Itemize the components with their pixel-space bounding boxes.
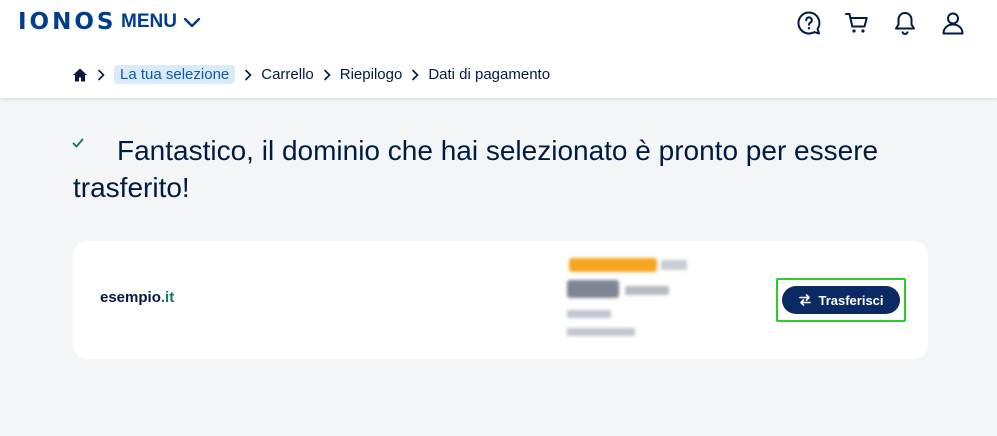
home-icon[interactable] [72, 67, 88, 83]
cart-button[interactable] [833, 8, 881, 38]
domain-card: esempio.it Trasferisci [73, 241, 928, 359]
chevron-down-icon [183, 17, 201, 28]
transfer-button-label: Trasferisci [818, 292, 884, 308]
breadcrumb-item-summary[interactable]: Riepilogo [340, 66, 403, 83]
promo-badge-extra [661, 260, 687, 270]
chevron-right-icon [412, 69, 419, 80]
highlight-frame: Trasferisci [776, 278, 906, 322]
price-info-blurred [567, 254, 697, 346]
account-button[interactable] [929, 8, 977, 38]
cart-icon [845, 13, 868, 33]
help-button[interactable] [785, 8, 833, 38]
breadcrumb: La tua selezione Carrello Riepilogo Dati… [72, 65, 550, 84]
transfer-button[interactable]: Trasferisci [782, 286, 900, 314]
domain-name: esempio.it [100, 289, 174, 306]
notifications-button[interactable] [881, 8, 929, 38]
transfer-arrows-icon [799, 294, 812, 306]
promo-badge [569, 258, 657, 272]
price-amount [567, 280, 619, 298]
domain-label: esempio [100, 289, 161, 306]
domain-tld: .it [160, 289, 175, 306]
chevron-right-icon [245, 69, 252, 80]
breadcrumb-item-selection[interactable]: La tua selezione [114, 65, 236, 84]
menu-label: MENU [121, 11, 177, 32]
help-icon [797, 11, 821, 35]
menu-button[interactable]: MENU [121, 11, 202, 33]
chevron-right-icon [323, 69, 331, 80]
header-actions [785, 8, 977, 38]
price-note-line [567, 310, 611, 318]
ionos-logo[interactable]: IONOS [18, 9, 116, 35]
chevron-right-icon [98, 69, 105, 80]
page-headline: Fantastico, il dominio che hai seleziona… [73, 135, 879, 203]
top-navigation-bar: IONOS MENU La tua selezione Carrello Rie… [0, 0, 997, 98]
bell-icon [895, 12, 915, 35]
breadcrumb-item-cart[interactable]: Carrello [261, 66, 314, 83]
price-note-line [567, 328, 635, 336]
breadcrumb-item-payment[interactable]: Dati di pagamento [428, 66, 550, 83]
price-period [625, 286, 669, 295]
user-icon [942, 12, 964, 35]
